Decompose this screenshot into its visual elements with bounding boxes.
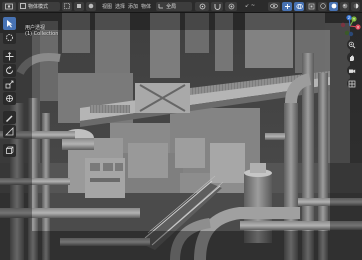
tool-3d-cursor[interactable]: [2, 31, 16, 44]
pivot-point-button[interactable]: [195, 1, 210, 11]
menu-select[interactable]: 选择: [115, 3, 125, 10]
hand-icon: [350, 55, 354, 61]
snap-button[interactable]: [211, 1, 224, 11]
proportional-edit-icon: [228, 3, 234, 9]
xray-toggle-button[interactable]: [306, 1, 316, 11]
object-mode-icon: [20, 3, 26, 9]
rotate-icon: [5, 66, 13, 74]
menu-object[interactable]: 物体: [141, 3, 151, 10]
annotate-icon: [5, 115, 12, 122]
tool-move[interactable]: [2, 50, 16, 63]
tool-select-box[interactable]: [2, 17, 16, 30]
select-box-icon: [64, 3, 70, 9]
pivot-icon: [199, 3, 205, 9]
select-extend-icon: [77, 4, 81, 8]
menu-add[interactable]: 添加: [128, 3, 138, 10]
gizmo-toggle-button[interactable]: [282, 1, 292, 11]
select-extend-button[interactable]: [74, 1, 84, 11]
wireframe-icon: [319, 3, 326, 9]
navigation-gizmo: X Y Z: [340, 15, 361, 89]
overlay-icon: [295, 3, 303, 9]
gizmo-icon: [284, 3, 290, 9]
select-subtract-button[interactable]: [86, 1, 96, 11]
3d-viewport[interactable]: 用户透视 (1) Collection X Y Z: [0, 13, 362, 260]
transform-orientation-dropdown[interactable]: 全局: [156, 1, 193, 11]
measure-icon: [4, 127, 13, 136]
tool-rotate[interactable]: [2, 64, 16, 77]
tool-shelf: [2, 17, 16, 157]
orientation-label: 全局: [166, 3, 177, 10]
material-icon: [342, 3, 347, 9]
viewport-header: 物体模式 视图 选择 添加 物体 全局 ↙ ~: [0, 0, 362, 13]
transform-icon: [5, 95, 13, 102]
snap-magnet-icon: [214, 3, 221, 10]
zoom-icon: [348, 41, 356, 48]
axis-gizmo-icon[interactable]: X Y Z: [339, 15, 361, 37]
editor-type-button[interactable]: [2, 1, 16, 11]
grid-icon: [348, 80, 356, 87]
eye-icon: [270, 3, 278, 9]
global-axis-icon: [158, 4, 164, 9]
rendered-icon: [353, 3, 358, 9]
camera-icon: [349, 69, 356, 73]
solid-icon: [331, 3, 336, 9]
overlay-toggle-button[interactable]: [294, 1, 304, 11]
mode-label: 物体模式: [28, 3, 49, 10]
view-name: 用户透视: [25, 25, 46, 31]
select-mode-button[interactable]: [62, 1, 72, 11]
move-icon: [5, 52, 13, 61]
tool-annotate[interactable]: [2, 111, 16, 124]
zoom-button[interactable]: [346, 39, 358, 50]
mode-dropdown[interactable]: 物体模式: [18, 1, 60, 11]
add-cube-icon: [5, 146, 13, 154]
menu-view[interactable]: 视图: [102, 3, 112, 10]
tool-scale[interactable]: [2, 78, 16, 91]
shading-material-button[interactable]: [340, 1, 349, 11]
tool-measure[interactable]: [2, 125, 16, 138]
proportional-edit-button[interactable]: [225, 1, 238, 11]
gizmo-label: ↙ ~: [245, 3, 256, 9]
3d-cursor-icon: [5, 34, 13, 41]
pan-button[interactable]: [346, 52, 358, 63]
perspective-toggle-button[interactable]: [346, 78, 358, 89]
camera-view-button[interactable]: [346, 65, 358, 76]
3d-viewport-icon: [5, 3, 13, 9]
cursor-icon: [6, 20, 12, 28]
collection-label: (1) Collection: [25, 31, 59, 37]
shading-solid-button[interactable]: [329, 1, 338, 11]
scale-icon: [5, 80, 13, 89]
select-subtract-icon: [88, 3, 94, 9]
tool-transform[interactable]: [2, 92, 16, 105]
scene-render[interactable]: [0, 13, 362, 260]
tool-add-cube[interactable]: [2, 144, 16, 157]
visibility-button[interactable]: [268, 1, 280, 11]
shading-wireframe-button[interactable]: [318, 1, 327, 11]
shading-rendered-button[interactable]: [351, 1, 360, 11]
xray-icon: [308, 3, 314, 9]
